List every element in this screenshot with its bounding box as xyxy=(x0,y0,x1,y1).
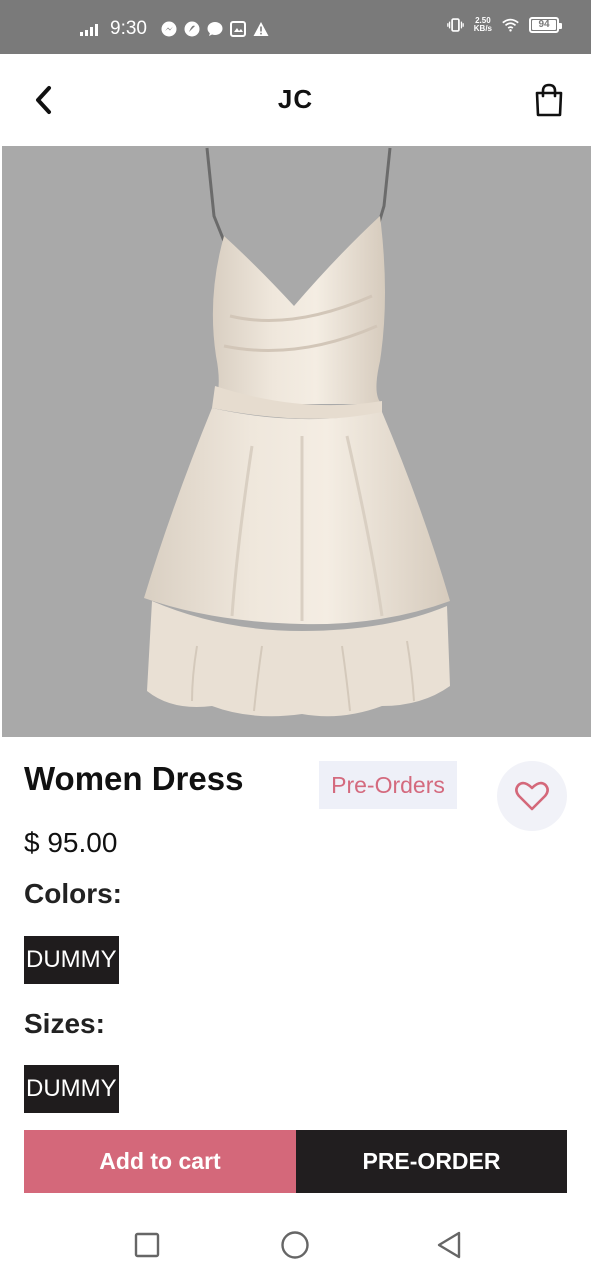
app-bar: JC xyxy=(0,54,591,146)
battery-icon: 94 xyxy=(529,16,562,33)
color-option[interactable]: DUMMY xyxy=(24,936,119,984)
net-speed: 2.50 KB/s xyxy=(473,16,492,33)
colors-label: Colors: xyxy=(24,878,122,909)
heart-icon xyxy=(515,781,549,811)
app-title: JC xyxy=(277,84,314,114)
signal-icon xyxy=(80,22,98,36)
navigation-bar xyxy=(0,1210,591,1280)
square-icon xyxy=(134,1232,160,1258)
dress-image xyxy=(144,147,450,717)
battery-level: 94 xyxy=(538,19,550,30)
notification-icons xyxy=(161,21,270,38)
product-name: Women Dress xyxy=(24,760,244,797)
messenger-icon xyxy=(161,21,178,38)
size-option[interactable]: DUMMY xyxy=(24,1065,119,1113)
cart-button[interactable] xyxy=(531,80,567,120)
shopping-bag-icon xyxy=(535,83,563,117)
sizes-label: Sizes: xyxy=(24,1008,105,1039)
back-nav-button[interactable] xyxy=(432,1228,466,1262)
net-speed-unit: KB/s xyxy=(473,23,492,33)
triangle-back-icon xyxy=(437,1231,461,1259)
recents-button[interactable] xyxy=(130,1228,164,1262)
status-right: 2.50 KB/s 94 xyxy=(446,16,562,33)
warning-icon xyxy=(253,21,270,38)
circle-icon xyxy=(281,1231,309,1259)
vibrate-icon xyxy=(446,16,464,33)
status-time: 9:30 xyxy=(110,18,147,39)
add-to-cart-button[interactable]: Add to cart xyxy=(24,1130,296,1193)
chat-icon xyxy=(207,21,224,38)
status-bar: 9:30 2.50 KB/s 94 xyxy=(0,0,591,54)
pre-order-button[interactable]: PRE-ORDER xyxy=(296,1130,567,1193)
product-image[interactable] xyxy=(2,146,591,737)
app-notification-icon xyxy=(184,21,201,38)
wifi-icon xyxy=(502,16,519,33)
status-left: 9:30 xyxy=(80,18,270,40)
favorite-button[interactable] xyxy=(497,761,567,831)
home-button[interactable] xyxy=(278,1228,312,1262)
product-price: $ 95.00 xyxy=(24,827,118,858)
gallery-icon xyxy=(230,21,247,38)
preorder-badge: Pre-Orders xyxy=(319,761,457,809)
